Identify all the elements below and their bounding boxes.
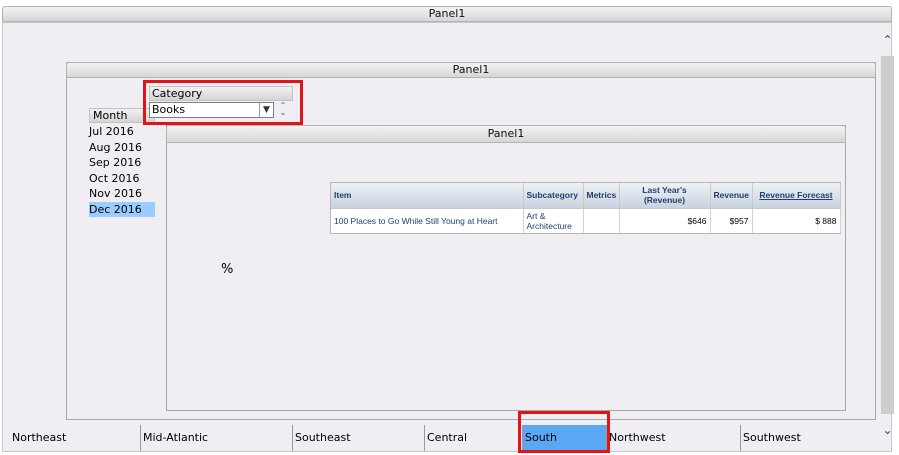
south-highlight-box [518, 411, 610, 453]
month-item[interactable]: Oct 2016 [89, 171, 155, 187]
tab-northwest[interactable]: Northwest [606, 425, 738, 451]
scrollbar-thumb[interactable] [881, 56, 894, 414]
cell-revenue-forecast: $ 888 [752, 207, 841, 233]
mid-panel-title: Panel1 [66, 62, 876, 78]
region-tabs: Northeast Mid-Atlantic Southeast Central… [0, 425, 880, 451]
cell-last-year-revenue: $646 [619, 207, 711, 233]
inner-panel [166, 125, 846, 411]
table-row: 100 Places to Go While Still Young at He… [331, 207, 841, 233]
scroll-up-icon[interactable]: ⌃ [880, 30, 895, 50]
cell-metrics [583, 207, 620, 233]
tab-southeast[interactable]: Southeast [292, 425, 422, 451]
tab-central[interactable]: Central [424, 425, 520, 451]
month-list: Jul 2016 Aug 2016 Sep 2016 Oct 2016 Nov … [89, 124, 155, 217]
chevron-down-icon[interactable]: ▼ [259, 103, 273, 117]
vertical-scrollbar[interactable]: ⌃ ⌄ [880, 30, 895, 438]
spinner-icon[interactable]: ⌃ ⌄ [278, 102, 288, 118]
cell-item: 100 Places to Go While Still Young at He… [331, 207, 524, 233]
cell-revenue: $957 [710, 207, 753, 233]
tab-northeast[interactable]: Northeast [0, 425, 138, 451]
tab-mid-atlantic[interactable]: Mid-Atlantic [140, 425, 290, 451]
column-header-subcategory[interactable]: Subcategory [523, 183, 584, 208]
scroll-down-icon[interactable]: ⌄ [880, 420, 895, 440]
month-item[interactable]: Nov 2016 [89, 186, 155, 202]
month-item[interactable]: Aug 2016 [89, 140, 155, 156]
outer-panel-title: Panel1 [2, 6, 892, 22]
month-item-selected[interactable]: Dec 2016 [89, 201, 155, 217]
percent-label: % [221, 262, 234, 277]
cell-subcategory: Art & Architecture [523, 207, 584, 233]
column-header-item[interactable]: Item [331, 183, 524, 208]
column-header-revenue[interactable]: Revenue [710, 183, 753, 208]
category-select[interactable]: Books [149, 102, 274, 118]
category-select-value: Books [152, 103, 186, 116]
outer-panel: Panel1 ⌃ ⌄ Panel1 Month Jul 2016 Aug 201… [0, 0, 898, 454]
inner-panel-title: Panel1 [166, 125, 846, 143]
month-item[interactable]: Sep 2016 [89, 155, 155, 171]
revenue-grid: Item Subcategory Metrics Last Year's (Re… [330, 182, 841, 234]
column-header-revenue-forecast[interactable]: Revenue Forecast [752, 183, 841, 208]
tab-southwest[interactable]: Southwest [740, 425, 878, 451]
column-header-metrics[interactable]: Metrics [583, 183, 620, 208]
column-header-last-year-revenue[interactable]: Last Year's (Revenue) [619, 183, 711, 208]
month-item[interactable]: Jul 2016 [89, 124, 155, 140]
category-header: Category [149, 86, 293, 101]
